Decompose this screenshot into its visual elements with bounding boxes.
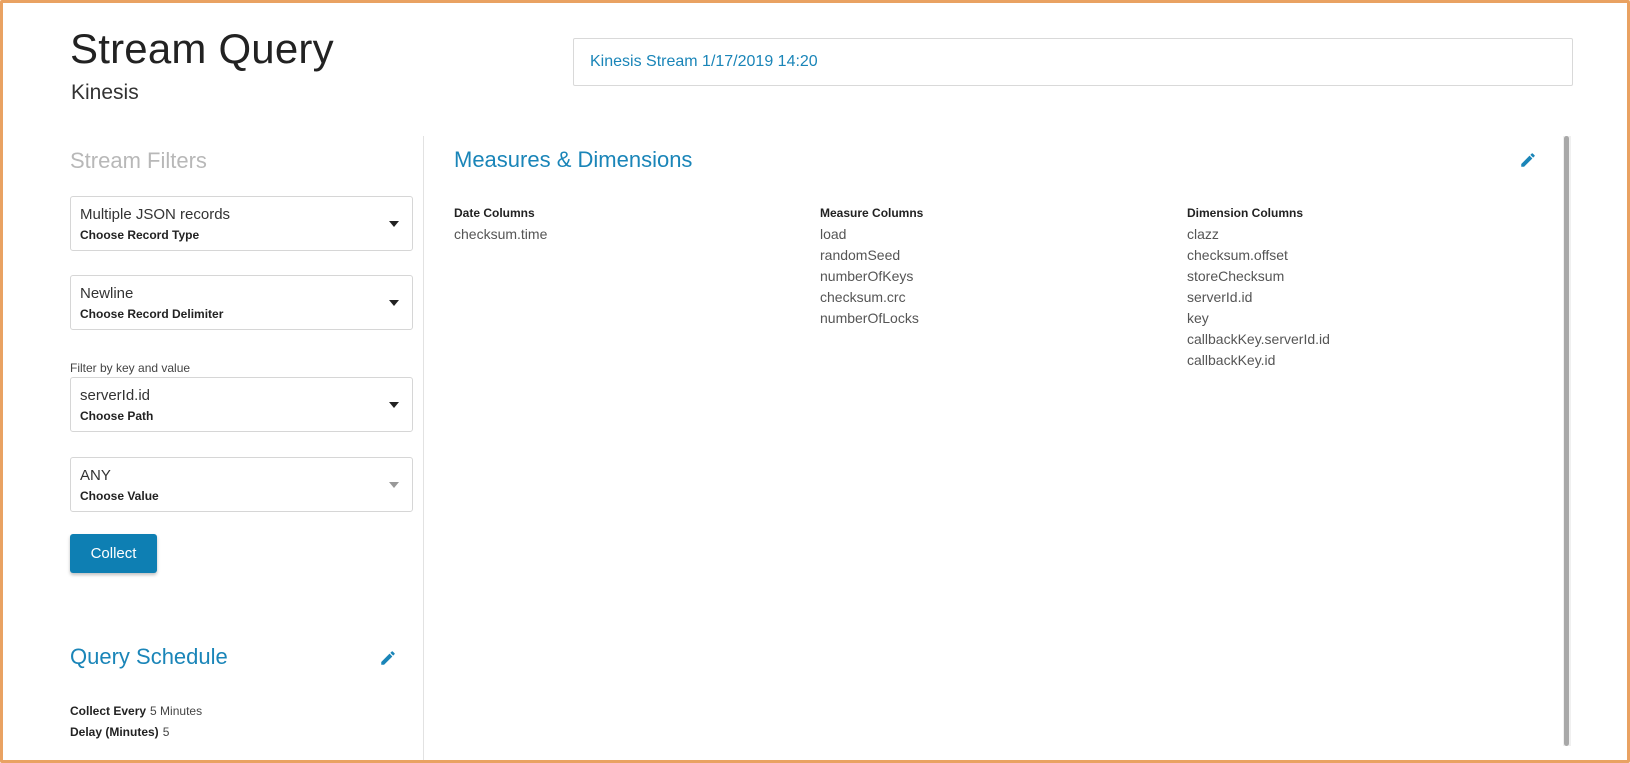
pencil-icon[interactable]	[1519, 151, 1537, 169]
path-select[interactable]: serverId.id Choose Path	[70, 377, 413, 432]
collect-every-row: Collect Every 5 Minutes	[70, 704, 202, 718]
value-label: Choose Value	[80, 489, 159, 503]
page-subtitle: Kinesis	[71, 81, 139, 104]
list-item: storeChecksum	[1187, 268, 1285, 284]
pencil-icon[interactable]	[379, 649, 397, 667]
filter-caption: Filter by key and value	[70, 361, 191, 375]
list-item: randomSeed	[820, 247, 901, 263]
record-type-label: Choose Record Type	[80, 228, 200, 242]
list-item: callbackKey.serverId.id	[1187, 331, 1330, 347]
list-item: checksum.crc	[820, 289, 906, 305]
delay-value: 5	[162, 725, 170, 739]
measure-columns-header: Measure Columns	[820, 206, 924, 220]
measures-dimensions-panel: Measures & Dimensions Date Columns check…	[424, 136, 1564, 760]
stream-name-field[interactable]: Kinesis Stream 1/17/2019 14:20	[573, 38, 1573, 86]
measures-dimensions-title: Measures & Dimensions	[454, 147, 693, 172]
date-columns-header: Date Columns	[454, 206, 535, 220]
record-delimiter-select[interactable]: Newline Choose Record Delimiter	[70, 275, 413, 330]
list-item: callbackKey.id	[1187, 352, 1276, 368]
path-value: serverId.id	[80, 387, 151, 404]
dimension-columns-header: Dimension Columns	[1187, 206, 1304, 220]
stream-filters-panel: Stream Filters Multiple JSON records Cho…	[3, 136, 424, 760]
record-delimiter-value: Newline	[80, 285, 134, 302]
vertical-scrollbar[interactable]	[1563, 136, 1571, 746]
app-window: Stream Query Kinesis Kinesis Stream 1/17…	[0, 0, 1630, 763]
query-schedule-title: Query Schedule	[70, 644, 228, 669]
caret-down-icon	[389, 482, 399, 488]
list-item: serverId.id	[1187, 289, 1253, 305]
record-delimiter-label: Choose Record Delimiter	[80, 307, 224, 321]
caret-down-icon	[389, 221, 399, 227]
stream-filters-title: Stream Filters	[70, 148, 207, 173]
list-item: checksum.time	[454, 226, 548, 242]
value-value: ANY	[80, 467, 111, 484]
path-label: Choose Path	[80, 409, 154, 423]
page-title: Stream Query	[70, 25, 334, 72]
caret-down-icon	[389, 402, 399, 408]
collect-every-value: 5 Minutes	[150, 704, 203, 718]
value-select[interactable]: ANY Choose Value	[70, 457, 413, 512]
dimension-columns-group: Dimension Columns clazz checksum.offset …	[1187, 206, 1537, 371]
date-columns-group: Date Columns checksum.time	[454, 206, 804, 245]
list-item: checksum.offset	[1187, 247, 1288, 263]
list-item: load	[820, 226, 847, 242]
record-type-value: Multiple JSON records	[80, 206, 231, 223]
measure-columns-group: Measure Columns load randomSeed numberOf…	[820, 206, 1170, 329]
list-item: numberOfKeys	[820, 268, 914, 284]
list-item: numberOfLocks	[820, 310, 919, 326]
collect-button[interactable]: Collect	[70, 534, 157, 573]
list-item: clazz	[1187, 226, 1219, 242]
record-type-select[interactable]: Multiple JSON records Choose Record Type	[70, 196, 413, 251]
collect-every-label: Collect Every	[70, 704, 147, 718]
list-item: key	[1187, 310, 1209, 326]
delay-row: Delay (Minutes) 5	[70, 725, 169, 739]
scrollbar-thumb[interactable]	[1564, 136, 1569, 746]
delay-label: Delay (Minutes)	[70, 725, 159, 739]
caret-down-icon	[389, 300, 399, 306]
